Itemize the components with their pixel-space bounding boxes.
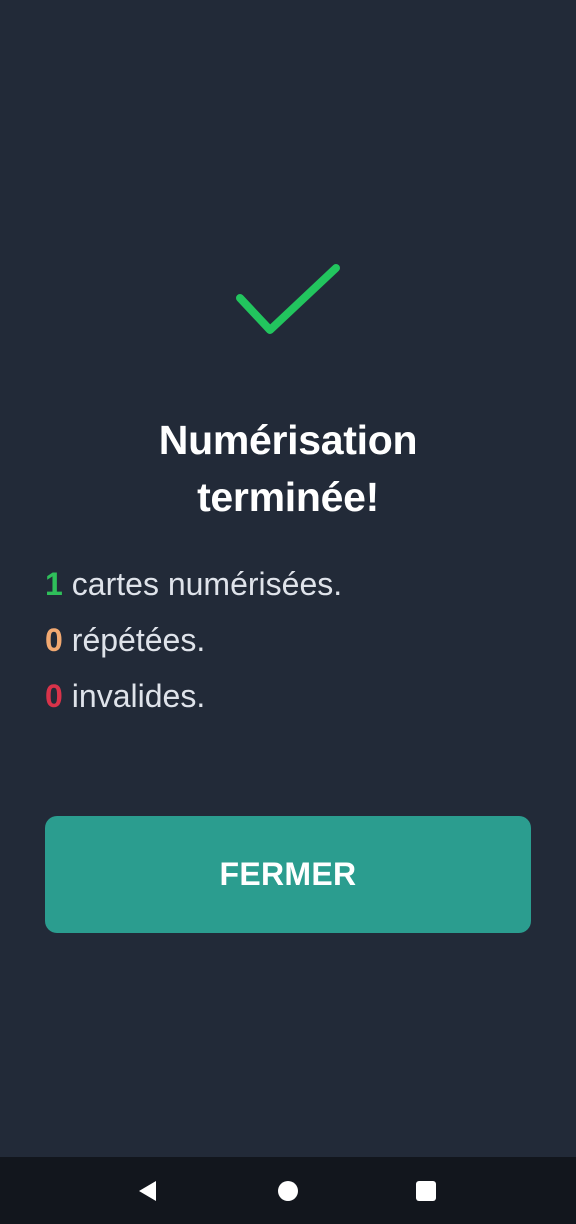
nav-recents-button[interactable] bbox=[386, 1157, 466, 1224]
home-circle-icon bbox=[278, 1180, 298, 1201]
stat-invalid: 0 invalides. bbox=[45, 674, 545, 730]
stat-scanned-label: cartes numérisées. bbox=[71, 566, 343, 602]
scan-complete-screen: Numérisation terminée! 1 cartes numérisée… bbox=[0, 0, 576, 1224]
recents-square-icon bbox=[416, 1180, 436, 1201]
stat-invalid-label: invalides. bbox=[71, 678, 206, 714]
checkmark-icon bbox=[236, 264, 340, 334]
scan-stats: 1 cartes numérisées. 0 répétées. 0 invalide… bbox=[45, 562, 545, 730]
stat-repeated-label: répétées. bbox=[71, 622, 206, 658]
nav-home-button[interactable] bbox=[248, 1157, 328, 1224]
page-title: Numérisation terminée! bbox=[158, 417, 418, 520]
stat-repeated-count: 0 bbox=[45, 622, 63, 658]
stat-scanned-count: 1 bbox=[45, 566, 63, 602]
back-triangle-icon bbox=[139, 1180, 156, 1201]
system-nav-bar bbox=[0, 1157, 576, 1224]
close-button[interactable]: FERMER bbox=[45, 816, 531, 933]
stat-scanned: 1 cartes numérisées. bbox=[45, 562, 545, 618]
stat-invalid-count: 0 bbox=[45, 678, 63, 714]
nav-back-button[interactable] bbox=[108, 1157, 188, 1224]
stat-repeated: 0 répétées. bbox=[45, 618, 545, 674]
